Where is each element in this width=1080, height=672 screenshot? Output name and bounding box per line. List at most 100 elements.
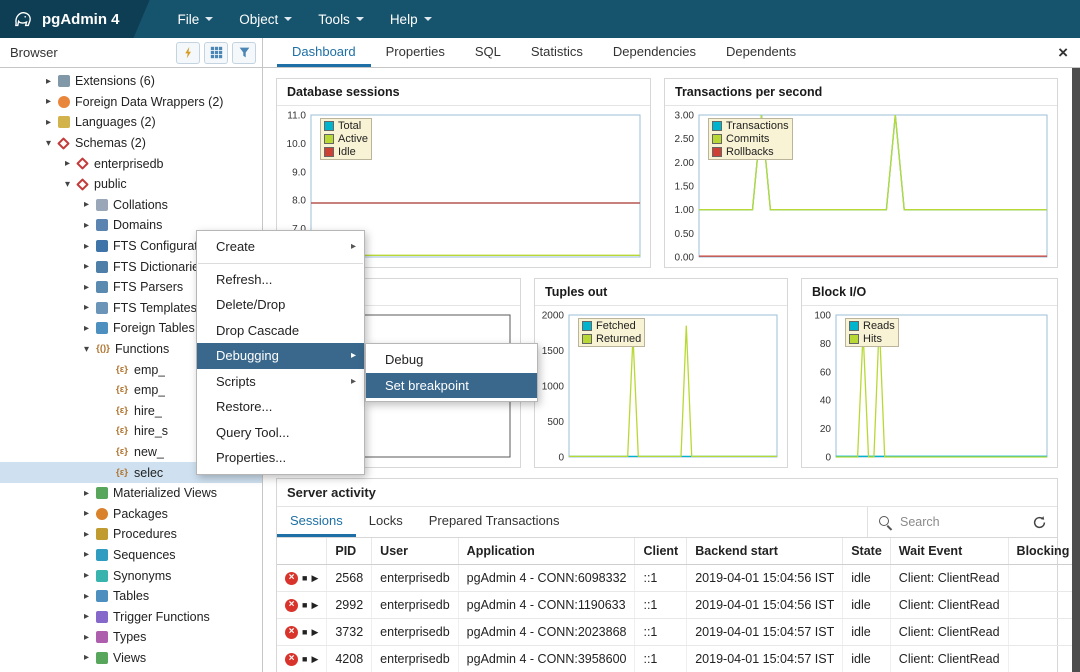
tree-item-materialized-views[interactable]: ▸ Materialized Views	[0, 483, 262, 504]
view-details-icon[interactable]: ▶	[311, 599, 318, 612]
column-header-wait-event[interactable]: Wait Event	[890, 538, 1008, 565]
chevron-right-icon[interactable]: ▸	[80, 570, 93, 581]
chevron-right-icon[interactable]: ▸	[80, 220, 93, 231]
menu-label: Help	[390, 12, 418, 27]
tree-item-schemas-2[interactable]: ▾Schemas (2)	[0, 133, 262, 154]
column-header-blocking[interactable]: Blocking	[1008, 538, 1078, 565]
menu-tools[interactable]: Tools	[308, 6, 374, 33]
tree-item-sequences[interactable]: ▸Sequences	[0, 545, 262, 566]
chevron-right-icon[interactable]: ▸	[80, 261, 93, 272]
chevron-right-icon[interactable]: ▸	[80, 323, 93, 334]
session-row[interactable]: ×■▶4208enterprisedbpgAdmin 4 - CONN:3958…	[277, 646, 1078, 672]
tree-item-synonyms[interactable]: ▸Synonyms	[0, 565, 262, 586]
context-menu-item-query-tool[interactable]: Query Tool...	[197, 420, 364, 446]
terminate-session-icon[interactable]: ×	[285, 653, 298, 666]
activity-tab-locks[interactable]: Locks	[356, 507, 416, 537]
tab-dashboard[interactable]: Dashboard	[277, 38, 371, 67]
search-input[interactable]	[900, 515, 1010, 529]
chevron-right-icon[interactable]: ▸	[80, 199, 93, 210]
context-menu-item-drop-cascade[interactable]: Drop Cascade	[197, 318, 364, 344]
context-menu-item-restore[interactable]: Restore...	[197, 394, 364, 420]
legend-swatch	[324, 147, 334, 157]
refresh-button[interactable]	[1032, 515, 1047, 530]
tab-properties[interactable]: Properties	[371, 38, 460, 67]
column-header-backend-start[interactable]: Backend start	[687, 538, 843, 565]
cell-state: idle	[843, 592, 891, 619]
column-header-client[interactable]: Client	[635, 538, 687, 565]
session-row[interactable]: ×■▶2568enterprisedbpgAdmin 4 - CONN:6098…	[277, 565, 1078, 592]
tree-item-types[interactable]: ▸Types	[0, 627, 262, 648]
chevron-right-icon[interactable]: ▸	[42, 96, 55, 107]
chevron-right-icon[interactable]: ▸	[80, 508, 93, 519]
view-details-icon[interactable]: ▶	[311, 626, 318, 639]
close-panel-icon[interactable]: ×	[1046, 38, 1080, 67]
grid-view-button[interactable]	[204, 42, 228, 64]
context-menu-item-debugging[interactable]: Debugging▸	[197, 343, 364, 369]
tree-item-packages[interactable]: ▸Packages	[0, 503, 262, 524]
activity-tab-prepared-transactions[interactable]: Prepared Transactions	[416, 507, 573, 537]
chevron-down-icon[interactable]: ▾	[80, 344, 93, 355]
tree-item-languages-2[interactable]: ▸Languages (2)	[0, 112, 262, 133]
tree-item-label: Materialized Views	[113, 486, 217, 500]
submenu-item-set-breakpoint[interactable]: Set breakpoint	[366, 373, 537, 399]
chevron-right-icon[interactable]: ▸	[61, 158, 74, 169]
menu-help[interactable]: Help	[380, 6, 442, 33]
terminate-session-icon[interactable]: ×	[285, 599, 298, 612]
quick-search-button[interactable]	[176, 42, 200, 64]
chevron-right-icon[interactable]: ▸	[80, 282, 93, 293]
cell-backend-start: 2019-04-01 15:04:57 IST	[687, 646, 843, 672]
tree-item-collations[interactable]: ▸Collations	[0, 195, 262, 216]
tab-sql[interactable]: SQL	[460, 38, 516, 67]
dashboard-scrollbar[interactable]	[1072, 68, 1080, 672]
chevron-right-icon[interactable]: ▸	[80, 488, 93, 499]
column-header-pid[interactable]: PID	[327, 538, 372, 565]
chevron-right-icon[interactable]: ▸	[80, 241, 93, 252]
submenu-item-debug[interactable]: Debug	[366, 347, 537, 373]
context-menu-item-delete-drop[interactable]: Delete/Drop	[197, 292, 364, 318]
context-menu-item-refresh[interactable]: Refresh...	[197, 267, 364, 293]
terminate-session-icon[interactable]: ×	[285, 572, 298, 585]
chevron-right-icon[interactable]: ▸	[80, 632, 93, 643]
tree-item-views[interactable]: ▸Views	[0, 648, 262, 669]
menu-item-label: Refresh...	[216, 272, 272, 287]
cancel-query-icon[interactable]: ■	[302, 599, 307, 612]
context-menu-item-create[interactable]: Create▸	[197, 234, 364, 260]
context-menu-item-scripts[interactable]: Scripts▸	[197, 369, 364, 395]
column-header-state[interactable]: State	[843, 538, 891, 565]
tree-item-enterprisedb[interactable]: ▸enterprisedb	[0, 153, 262, 174]
session-row[interactable]: ×■▶2992enterprisedbpgAdmin 4 - CONN:1190…	[277, 592, 1078, 619]
chevron-down-icon[interactable]: ▾	[61, 179, 74, 190]
view-details-icon[interactable]: ▶	[311, 653, 318, 666]
tab-statistics[interactable]: Statistics	[516, 38, 598, 67]
tab-dependencies[interactable]: Dependencies	[598, 38, 711, 67]
tree-item-foreign-data-wrappers-2[interactable]: ▸Foreign Data Wrappers (2)	[0, 92, 262, 113]
chevron-right-icon[interactable]: ▸	[80, 611, 93, 622]
chevron-right-icon[interactable]: ▸	[42, 117, 55, 128]
context-menu-item-properties[interactable]: Properties...	[197, 445, 364, 471]
cancel-query-icon[interactable]: ■	[302, 653, 307, 666]
tree-item-trigger-functions[interactable]: ▸Trigger Functions	[0, 606, 262, 627]
view-details-icon[interactable]: ▶	[311, 572, 318, 585]
filter-button[interactable]	[232, 42, 256, 64]
tree-item-tables[interactable]: ▸Tables	[0, 586, 262, 607]
cancel-query-icon[interactable]: ■	[302, 626, 307, 639]
chevron-right-icon[interactable]: ▸	[80, 529, 93, 540]
menu-object[interactable]: Object	[229, 6, 302, 33]
terminate-session-icon[interactable]: ×	[285, 626, 298, 639]
chevron-right-icon[interactable]: ▸	[80, 591, 93, 602]
column-header-application[interactable]: Application	[458, 538, 635, 565]
column-header-user[interactable]: User	[372, 538, 459, 565]
tree-item-procedures[interactable]: ▸Procedures	[0, 524, 262, 545]
cancel-query-icon[interactable]: ■	[302, 572, 307, 585]
activity-tab-sessions[interactable]: Sessions	[277, 507, 356, 537]
tree-item-extensions-6[interactable]: ▸Extensions (6)	[0, 71, 262, 92]
tab-dependents[interactable]: Dependents	[711, 38, 811, 67]
chevron-down-icon[interactable]: ▾	[42, 138, 55, 149]
session-row[interactable]: ×■▶3732enterprisedbpgAdmin 4 - CONN:2023…	[277, 619, 1078, 646]
chevron-right-icon[interactable]: ▸	[80, 549, 93, 560]
chevron-right-icon[interactable]: ▸	[42, 76, 55, 87]
menu-file[interactable]: File	[168, 6, 224, 33]
chevron-right-icon[interactable]: ▸	[80, 302, 93, 313]
tree-item-public[interactable]: ▾public	[0, 174, 262, 195]
chevron-right-icon[interactable]: ▸	[80, 652, 93, 663]
